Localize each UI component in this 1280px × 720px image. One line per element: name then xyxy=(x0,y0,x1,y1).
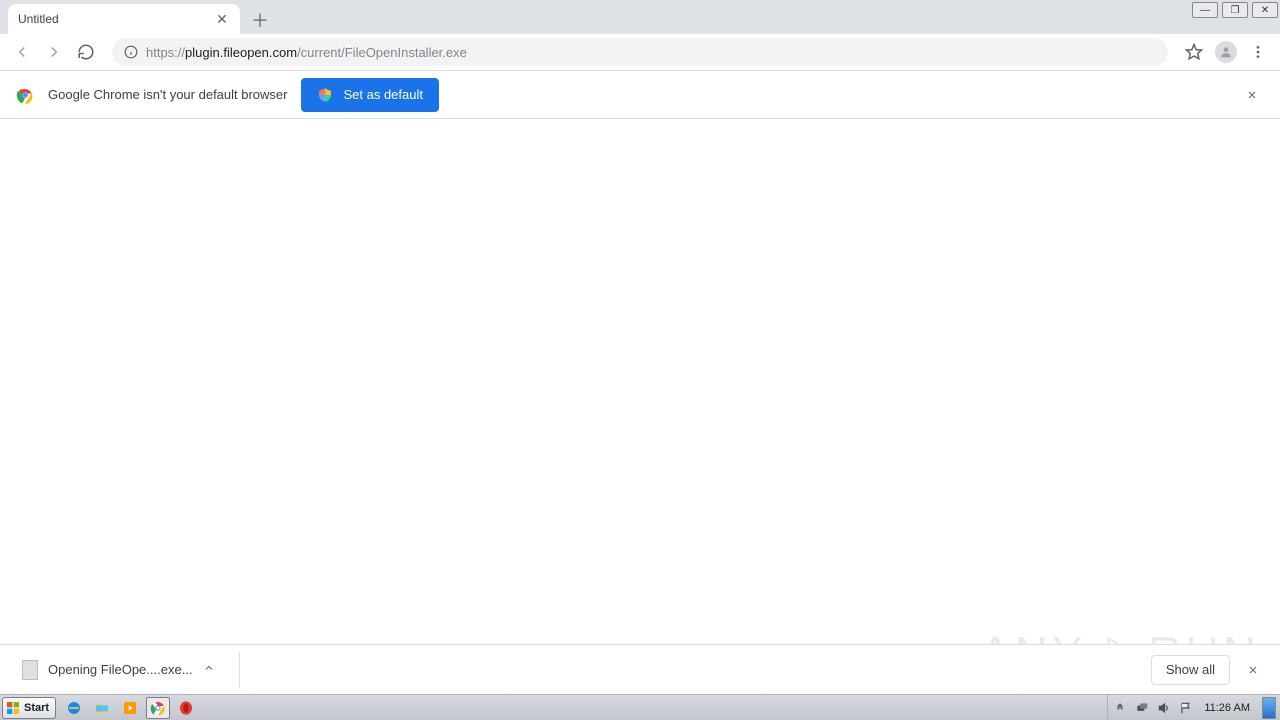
default-browser-infobar: Google Chrome isn't your default browser… xyxy=(0,71,1280,119)
infobar-close-button[interactable] xyxy=(1240,83,1264,107)
maximize-button[interactable]: ❐ xyxy=(1222,2,1248,18)
taskbar-clock[interactable]: 11:26 AM xyxy=(1200,702,1254,714)
start-label: Start xyxy=(24,702,49,714)
window-controls: — ❐ ✕ xyxy=(1192,2,1278,18)
url-text: https://plugin.fileopen.com/current/File… xyxy=(146,45,467,60)
page-content xyxy=(0,119,1280,644)
set-default-label: Set as default xyxy=(343,87,423,102)
file-icon xyxy=(22,660,38,680)
back-button[interactable] xyxy=(8,38,36,66)
infobar-message: Google Chrome isn't your default browser xyxy=(48,87,287,102)
tab-title: Untitled xyxy=(18,12,214,26)
chevron-up-icon[interactable] xyxy=(203,662,215,677)
bookmark-button[interactable] xyxy=(1180,38,1208,66)
show-desktop-button[interactable] xyxy=(1262,697,1276,719)
shield-icon xyxy=(317,87,333,103)
tray-volume-icon[interactable] xyxy=(1156,700,1172,716)
new-tab-button[interactable]: ＋ xyxy=(246,6,274,34)
close-window-button[interactable]: ✕ xyxy=(1252,2,1278,18)
system-tray: 11:26 AM xyxy=(1107,695,1280,720)
minimize-button[interactable]: — xyxy=(1192,2,1218,18)
url-host: plugin.fileopen.com xyxy=(185,45,297,60)
windows-taskbar: Start xyxy=(0,694,1280,720)
tray-network-icon[interactable] xyxy=(1134,700,1150,716)
close-tab-icon[interactable]: ✕ xyxy=(214,11,230,27)
taskbar-ie[interactable] xyxy=(62,697,86,719)
browser-toolbar: https://plugin.fileopen.com/current/File… xyxy=(0,34,1280,71)
taskbar-items xyxy=(62,697,198,719)
chrome-menu-button[interactable] xyxy=(1244,38,1272,66)
address-bar[interactable]: https://plugin.fileopen.com/current/File… xyxy=(112,38,1168,66)
tab-strip: Untitled ✕ ＋ — ❐ ✕ xyxy=(0,0,1280,34)
forward-button[interactable] xyxy=(40,38,68,66)
reload-button[interactable] xyxy=(72,38,100,66)
download-shelf: Opening FileOpe....exe... Show all xyxy=(0,644,1280,694)
download-item[interactable]: Opening FileOpe....exe... xyxy=(12,652,240,688)
show-all-downloads-button[interactable]: Show all xyxy=(1151,655,1230,685)
taskbar-opera[interactable] xyxy=(174,697,198,719)
start-button[interactable]: Start xyxy=(2,697,56,719)
tray-expand-icon[interactable] xyxy=(1112,700,1128,716)
profile-button[interactable] xyxy=(1212,38,1240,66)
taskbar-media[interactable] xyxy=(118,697,142,719)
windows-logo-icon xyxy=(5,700,21,716)
tray-flag-icon[interactable] xyxy=(1178,700,1194,716)
taskbar-explorer[interactable] xyxy=(90,697,114,719)
avatar-icon xyxy=(1215,41,1237,63)
browser-tab[interactable]: Untitled ✕ xyxy=(8,4,240,34)
chrome-logo-icon xyxy=(16,86,34,104)
site-info-icon[interactable] xyxy=(124,45,138,59)
url-scheme: https:// xyxy=(146,45,185,60)
download-filename: Opening FileOpe....exe... xyxy=(48,662,193,677)
taskbar-chrome[interactable] xyxy=(146,697,170,719)
download-shelf-close-button[interactable] xyxy=(1238,655,1268,685)
url-path: /current/FileOpenInstaller.exe xyxy=(297,45,467,60)
set-default-button[interactable]: Set as default xyxy=(301,78,439,112)
